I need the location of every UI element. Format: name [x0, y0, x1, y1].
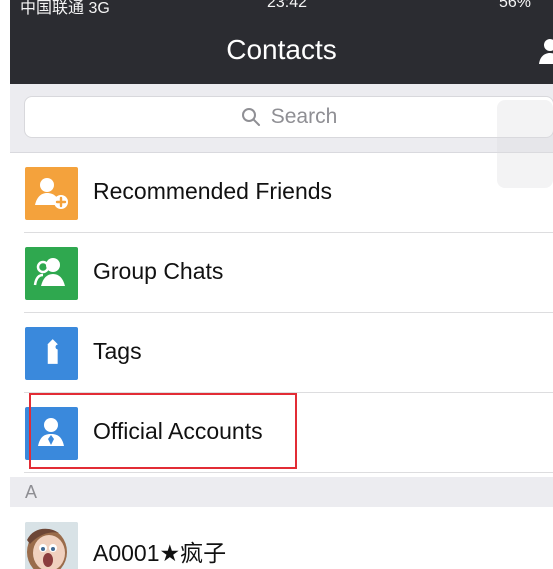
tags-label: Tags: [93, 338, 142, 364]
contacts-screen: 中国联通 3G 23:42 56% Contacts Search Recomm…: [0, 0, 553, 569]
tags-row[interactable]: Tags: [10, 313, 553, 393]
contact-row-a0001[interactable]: A0001★疯子: [10, 507, 553, 569]
section-header-a: A: [10, 477, 553, 507]
contact-name: A0001★疯子: [93, 540, 227, 566]
recommended-friends-icon: [25, 167, 78, 220]
group-chats-row[interactable]: Group Chats: [10, 233, 553, 313]
contact-avatar: [25, 522, 78, 569]
carrier-label: 中国联通 3G: [20, 0, 110, 17]
recommended-friends-row[interactable]: Recommended Friends: [10, 153, 553, 233]
add-contact-icon[interactable]: [537, 38, 553, 64]
page-title: Contacts: [226, 34, 337, 65]
battery-label: 56%: [498, 0, 531, 11]
index-overlay: [497, 100, 553, 188]
status-bar: 中国联通 3G 23:42 56%: [10, 0, 553, 17]
group-chats-label: Group Chats: [93, 258, 224, 284]
search-input[interactable]: Search: [24, 96, 553, 138]
tag-icon: [25, 327, 78, 380]
left-margin: [0, 0, 10, 569]
group-chats-icon: [25, 247, 78, 300]
search-placeholder: Search: [270, 105, 338, 128]
search-bar: Search: [10, 84, 553, 153]
navigation-bar: 中国联通 3G 23:42 56% Contacts: [10, 0, 553, 84]
official-accounts-highlight: [29, 393, 297, 469]
time-label: 23:42: [267, 0, 308, 11]
recommended-friends-label: Recommended Friends: [93, 178, 333, 204]
search-icon: [241, 107, 261, 127]
